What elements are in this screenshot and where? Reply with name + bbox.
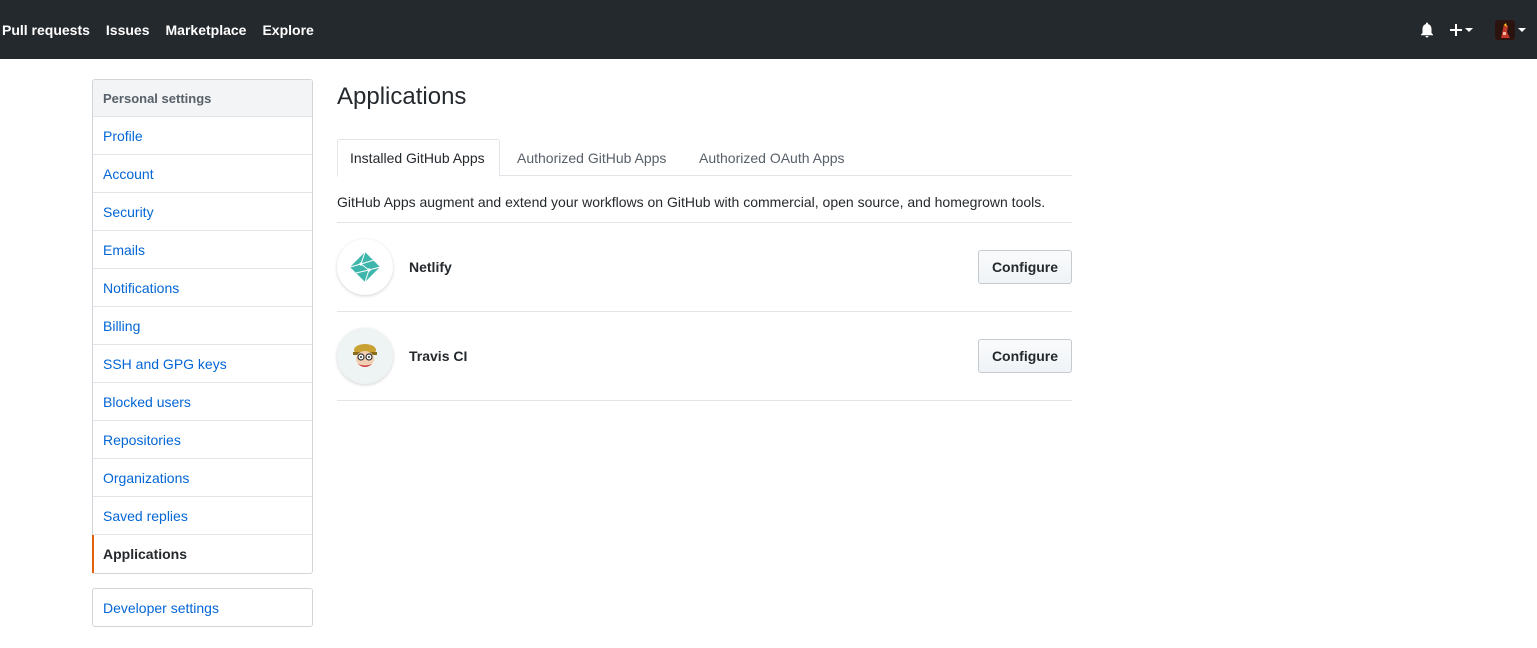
sidebar-item-security[interactable]: Security	[93, 193, 312, 231]
settings-sidebar: Personal settings Profile Account Securi…	[92, 79, 313, 574]
sidebar-item-notifications[interactable]: Notifications	[93, 269, 312, 307]
sidebar-item-repositories[interactable]: Repositories	[93, 421, 312, 459]
configure-button[interactable]: Configure	[978, 250, 1072, 284]
sidebar-item-emails[interactable]: Emails	[93, 231, 312, 269]
top-header: Pull requests Issues Marketplace Explore	[0, 0, 1537, 59]
configure-button[interactable]: Configure	[978, 339, 1072, 373]
avatar	[1495, 19, 1515, 40]
chevron-down-icon	[1465, 27, 1473, 32]
netlify-logo-icon	[337, 239, 393, 295]
tab-installed-github-apps[interactable]: Installed GitHub Apps	[337, 139, 500, 177]
tab-authorized-oauth-apps[interactable]: Authorized OAuth Apps	[699, 139, 845, 176]
sidebar-item-developer-settings[interactable]: Developer settings	[92, 588, 313, 627]
page-title: Applications	[337, 83, 467, 110]
header-nav: Pull requests Issues Marketplace Explore	[2, 0, 330, 59]
create-new-button[interactable]	[1450, 23, 1473, 36]
app-name: Netlify	[409, 259, 452, 275]
travis-ci-logo-icon	[337, 328, 393, 384]
chevron-down-icon	[1518, 27, 1526, 32]
sidebar-item-applications[interactable]: Applications	[92, 535, 312, 573]
list-item: Travis CI Configure	[337, 312, 1072, 401]
list-item: Netlify Configure	[337, 223, 1072, 312]
sidebar-item-ssh-gpg-keys[interactable]: SSH and GPG keys	[93, 345, 312, 383]
nav-marketplace[interactable]: Marketplace	[166, 22, 247, 38]
nav-pull-requests[interactable]: Pull requests	[2, 22, 90, 38]
app-tabs: Installed GitHub Apps Authorized GitHub …	[337, 139, 1072, 177]
sidebar-item-organizations[interactable]: Organizations	[93, 459, 312, 497]
sidebar-item-profile[interactable]: Profile	[93, 117, 312, 155]
sidebar-heading: Personal settings	[93, 80, 312, 117]
plus-icon	[1450, 23, 1462, 36]
sidebar-item-billing[interactable]: Billing	[93, 307, 312, 345]
user-menu-button[interactable]	[1495, 19, 1526, 40]
sidebar-item-account[interactable]: Account	[93, 155, 312, 193]
app-name: Travis CI	[409, 348, 468, 364]
sidebar-item-saved-replies[interactable]: Saved replies	[93, 497, 312, 535]
apps-description: GitHub Apps augment and extend your work…	[337, 194, 1046, 210]
header-actions	[1420, 0, 1526, 59]
nav-issues[interactable]: Issues	[106, 22, 150, 38]
tab-authorized-github-apps[interactable]: Authorized GitHub Apps	[517, 139, 666, 176]
bell-icon	[1421, 22, 1433, 37]
nav-explore[interactable]: Explore	[262, 22, 313, 38]
sidebar-item-blocked-users[interactable]: Blocked users	[93, 383, 312, 421]
notifications-button[interactable]	[1420, 22, 1434, 38]
